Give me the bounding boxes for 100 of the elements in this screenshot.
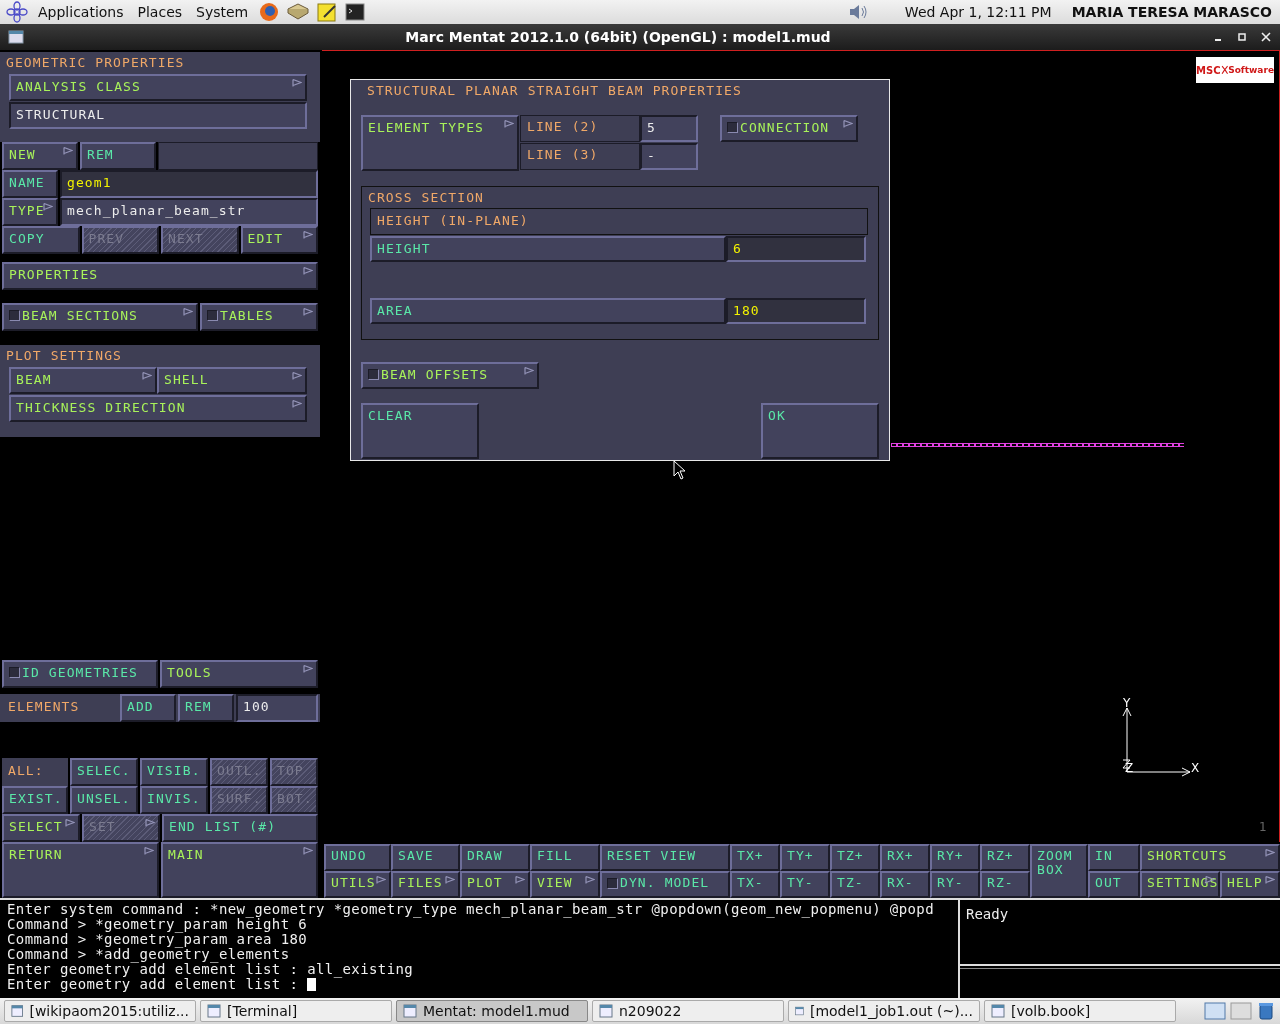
action-button[interactable]: ADD bbox=[120, 694, 176, 722]
action-button[interactable]: INVIS. bbox=[140, 786, 208, 814]
action-button[interactable]: RX- bbox=[880, 871, 930, 898]
menu-button[interactable]: TYPE bbox=[2, 198, 58, 226]
menu-button[interactable]: TOOLS bbox=[160, 660, 318, 688]
console-line: Command > *geometry_param area 180 bbox=[7, 932, 309, 947]
text-field[interactable]: 100 bbox=[236, 694, 318, 722]
action-button[interactable]: DRAW bbox=[460, 844, 530, 871]
action-button[interactable]: IN bbox=[1088, 844, 1140, 871]
text-field[interactable]: geom1 bbox=[60, 170, 318, 198]
menu-button[interactable]: NEW bbox=[2, 142, 78, 170]
close-icon[interactable] bbox=[1260, 31, 1272, 43]
flower-icon[interactable] bbox=[6, 1, 28, 23]
action-button[interactable]: SELEC. bbox=[70, 758, 138, 786]
clock[interactable]: Wed Apr 1, 12:11 PM bbox=[904, 4, 1052, 20]
menu-button[interactable]: EDIT bbox=[240, 226, 318, 254]
taskbar-button[interactable]: [model1_job1.out (~)... bbox=[788, 1000, 980, 1022]
menu-button[interactable]: SELECT bbox=[2, 814, 80, 842]
menu-item[interactable]: Applications bbox=[38, 4, 124, 20]
menu-button[interactable]: ANALYSIS CLASS bbox=[9, 74, 307, 101]
console-line: Enter geometry add element list : all_existing bbox=[7, 962, 415, 977]
menu-button[interactable]: CONNECTION bbox=[720, 115, 858, 142]
action-button[interactable]: FILL bbox=[530, 844, 600, 871]
flag-icon bbox=[524, 367, 534, 375]
menu-button[interactable]: THICKNESS DIRECTION bbox=[9, 395, 307, 422]
viewport[interactable]: MSC Software X Y Z 1 STRUCTURAL PLANAR STRAIGHT BEAM PROPERTIES ELEMENT TYPES LINE (2) 5 LINE (3) - CONNECTION CROSS SECTION HEIGHT (IN-PLANE) HEIGHT 6 AREA 180 BEAM OFFSETS CLEAR OK bbox=[322, 50, 1280, 842]
menu-button[interactable]: HELP bbox=[1220, 871, 1280, 898]
action-button[interactable]: UNDO bbox=[324, 844, 391, 871]
action-button[interactable]: UNSEL. bbox=[70, 786, 138, 814]
action-button[interactable]: NAME bbox=[2, 170, 58, 198]
text-field[interactable]: - bbox=[640, 143, 698, 170]
flag-icon bbox=[65, 819, 75, 827]
action-button[interactable]: SAVE bbox=[391, 844, 460, 871]
action-button[interactable]: RESET VIEW bbox=[600, 844, 730, 871]
user-name[interactable]: MARIA TERESA MARASCO bbox=[1071, 4, 1272, 20]
globe-icon[interactable] bbox=[258, 1, 281, 23]
action-button[interactable]: TZ- bbox=[830, 871, 880, 898]
terminal-icon[interactable] bbox=[344, 1, 367, 23]
action-button[interactable]: END LIST (#) bbox=[162, 814, 318, 842]
action-button[interactable]: DYN. MODEL bbox=[600, 871, 730, 898]
action-button[interactable]: RY+ bbox=[930, 844, 980, 871]
menu-button[interactable]: VIEW bbox=[530, 871, 600, 898]
trash-icon[interactable] bbox=[1256, 1001, 1276, 1021]
menu-button[interactable]: FILES bbox=[391, 871, 460, 898]
menu-button[interactable]: PROPERTIES bbox=[2, 262, 318, 290]
action-button[interactable]: REM bbox=[178, 694, 234, 722]
flag-icon bbox=[504, 120, 514, 128]
menu-item[interactable]: System bbox=[196, 4, 249, 20]
menu-button[interactable]: BEAM OFFSETS bbox=[361, 362, 539, 389]
action-button[interactable]: RZ+ bbox=[980, 844, 1030, 871]
action-button[interactable]: TZ+ bbox=[830, 844, 880, 871]
menu-button[interactable]: ELEMENT TYPES bbox=[361, 115, 519, 171]
menu-button[interactable]: PLOT bbox=[460, 871, 530, 898]
notepad-icon[interactable] bbox=[316, 1, 339, 23]
checkbox[interactable] bbox=[9, 667, 20, 678]
text-field[interactable]: 180 bbox=[726, 298, 866, 324]
menu-button[interactable]: TABLES bbox=[200, 303, 318, 331]
text-field[interactable]: mech_planar_beam_str bbox=[60, 198, 318, 226]
checkbox[interactable] bbox=[607, 878, 618, 889]
checkbox[interactable] bbox=[9, 310, 20, 321]
taskbar-button[interactable]: [wikipaom2015:utiliz... bbox=[4, 1000, 196, 1022]
window-title: Marc Mentat 2012.1.0 (64bit) (OpenGL) : model1.mud bbox=[404, 29, 832, 45]
text-field[interactable]: STRUCTURAL bbox=[9, 102, 307, 129]
action-button[interactable]: AREA bbox=[370, 298, 726, 324]
action-button[interactable]: RX+ bbox=[880, 844, 930, 871]
text-field[interactable]: 5 bbox=[640, 115, 698, 142]
menu-item[interactable]: Places bbox=[137, 4, 183, 20]
action-button[interactable]: OUT bbox=[1088, 871, 1140, 898]
menu-button[interactable]: UTILS bbox=[324, 871, 391, 898]
action-button[interactable]: OK bbox=[761, 403, 879, 459]
action-button[interactable]: TY+ bbox=[780, 844, 830, 871]
action-button[interactable]: RY- bbox=[930, 871, 980, 898]
maximize-icon[interactable] bbox=[1236, 31, 1248, 43]
menu-button[interactable]: BEAM SECTIONS bbox=[2, 303, 198, 331]
taskbar-button[interactable]: [volb.book] bbox=[984, 1000, 1176, 1022]
taskbar-button[interactable]: n209022 bbox=[592, 1000, 784, 1022]
action-button[interactable]: TX- bbox=[730, 871, 780, 898]
checkbox[interactable] bbox=[207, 310, 218, 321]
menu-button[interactable]: SETTINGS bbox=[1140, 871, 1220, 898]
menu-button[interactable]: MAIN bbox=[161, 842, 318, 898]
action-button[interactable]: TY- bbox=[780, 871, 830, 898]
action-button[interactable]: REM bbox=[80, 142, 156, 170]
taskbar-button[interactable]: Mentat: model1.mud bbox=[396, 1000, 588, 1022]
menu-button[interactable]: SHORTCUTS bbox=[1140, 844, 1280, 871]
menu-button[interactable]: BEAM bbox=[9, 367, 157, 394]
checkbox[interactable] bbox=[368, 369, 379, 380]
action-button[interactable]: TX+ bbox=[730, 844, 780, 871]
menu-button[interactable]: SHELL bbox=[157, 367, 307, 394]
action-button[interactable]: HEIGHT bbox=[370, 236, 726, 262]
taskbar-button[interactable]: [Terminal] bbox=[200, 1000, 392, 1022]
action-button[interactable]: VISIB. bbox=[140, 758, 208, 786]
action-button[interactable]: ID GEOMETRIES bbox=[2, 660, 158, 688]
action-button[interactable]: CLEAR bbox=[361, 403, 479, 459]
action-button[interactable]: COPY bbox=[2, 226, 80, 254]
action-button[interactable]: EXIST. bbox=[2, 786, 68, 814]
text-field[interactable]: 6 bbox=[726, 236, 866, 262]
checkbox[interactable] bbox=[727, 122, 738, 133]
action-button[interactable]: ZOOM BOX bbox=[1030, 844, 1088, 898]
action-button[interactable]: RZ- bbox=[980, 871, 1030, 898]
menu-button[interactable]: RETURN bbox=[2, 842, 159, 898]
